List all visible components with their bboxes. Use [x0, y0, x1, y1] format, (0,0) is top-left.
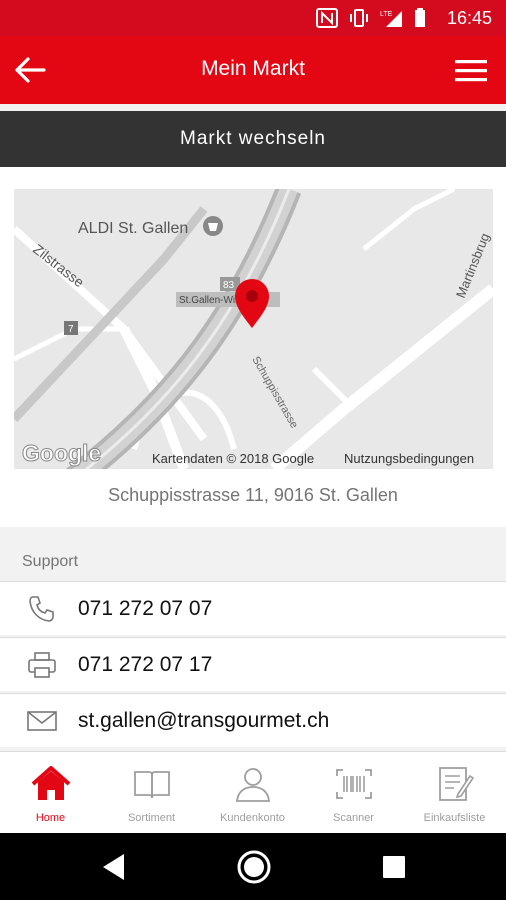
page-title: Mein Markt: [201, 57, 305, 80]
market-address: Schuppisstrasse 11, 9016 St. Gallen: [108, 485, 398, 505]
signal-icon: LTE: [380, 11, 402, 27]
notepad-icon: [439, 767, 475, 801]
change-market-button[interactable]: Markt wechseln: [0, 111, 506, 167]
phone-row[interactable]: 071 272 07 07: [0, 581, 506, 635]
barcode-icon: [336, 769, 372, 799]
status-icons: LTE: [316, 8, 426, 28]
vibrate-icon: [350, 9, 368, 27]
email-address[interactable]: st.gallen@transgourmet.ch: [78, 709, 329, 733]
nav-einkaufsliste[interactable]: Einkaufsliste: [404, 752, 505, 834]
app-bar: Mein Markt: [0, 36, 506, 104]
map-road-number-7: 7: [68, 324, 74, 335]
email-row[interactable]: st.gallen@transgourmet.ch: [0, 693, 506, 747]
book-icon: [134, 771, 170, 799]
person-icon: [236, 768, 270, 802]
nav-einkaufsliste-label: Einkaufsliste: [423, 812, 486, 824]
nav-kundenkonto[interactable]: Kundenkonto: [202, 752, 303, 834]
nav-kundenkonto-label: Kundenkonto: [220, 812, 285, 824]
phone-icon: [29, 596, 54, 622]
network-label: LTE: [380, 11, 393, 18]
status-bar: LTE 16:45: [0, 0, 506, 36]
store-poi-icon: [203, 216, 223, 236]
envelope-icon: [27, 711, 57, 731]
system-recents-icon[interactable]: [382, 855, 406, 879]
nav-sortiment[interactable]: Sortiment: [101, 752, 202, 834]
fax-row[interactable]: 071 272 07 17: [0, 637, 506, 691]
google-logo: Google: [22, 440, 101, 466]
map-section: ALDI St. Gallen Zilstrasse Martinsbrug S…: [0, 167, 506, 527]
map-terms-link[interactable]: Nutzungsbedingungen: [344, 451, 474, 466]
map-road-number: 83: [223, 280, 235, 291]
map-copyright: Kartendaten © 2018 Google: [152, 451, 314, 466]
nfc-icon: [316, 8, 338, 28]
fax-number[interactable]: 071 272 07 17: [78, 653, 212, 677]
nav-sortiment-label: Sortiment: [127, 812, 176, 824]
nav-scanner[interactable]: Scanner: [303, 752, 404, 834]
map-canvas[interactable]: ALDI St. Gallen Zilstrasse Martinsbrug S…: [14, 189, 493, 469]
map-label-store: ALDI St. Gallen: [78, 220, 188, 237]
support-header-label: Support: [22, 553, 79, 570]
nav-home-label: Home: [35, 812, 66, 824]
home-icon: [31, 766, 71, 800]
system-home-icon[interactable]: [236, 849, 272, 885]
nav-scanner-label: Scanner: [333, 812, 374, 824]
system-back-icon[interactable]: [100, 852, 128, 882]
system-navigation-bar: [0, 833, 506, 900]
nav-home[interactable]: Home: [0, 752, 101, 834]
status-time: 16:45: [446, 8, 492, 28]
bottom-navigation: Home Sortiment Kundenkonto Scanner Einka…: [0, 751, 506, 833]
phone-number[interactable]: 071 272 07 07: [78, 597, 212, 621]
hamburger-menu-icon[interactable]: [454, 58, 488, 84]
printer-icon: [28, 652, 56, 678]
map[interactable]: ALDI St. Gallen Zilstrasse Martinsbrug S…: [14, 189, 493, 469]
battery-icon: [415, 8, 425, 27]
support-section-header: Support: [0, 527, 506, 581]
